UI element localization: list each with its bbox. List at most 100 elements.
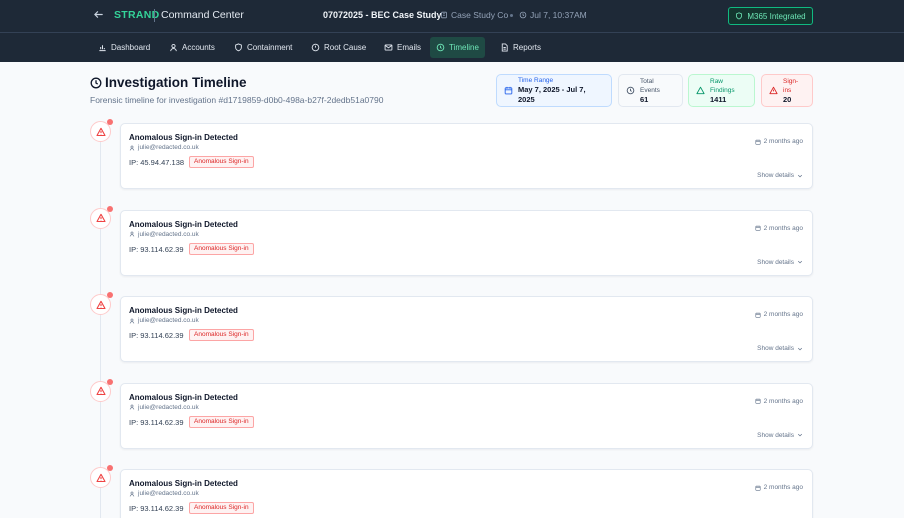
timeline-event-card[interactable]: Anomalous Sign-in Detected julie@redacted… bbox=[120, 209, 813, 276]
calendar-icon bbox=[755, 139, 761, 145]
show-details-button[interactable]: Show details bbox=[757, 172, 803, 179]
user-icon bbox=[129, 231, 135, 237]
chevron-down-icon bbox=[797, 260, 803, 264]
calendar-icon bbox=[504, 86, 513, 95]
calendar-icon bbox=[755, 398, 761, 404]
event-ip: IP: 93.114.62.39 bbox=[129, 417, 184, 427]
mail-icon bbox=[384, 44, 393, 51]
nav-reports[interactable]: Reports bbox=[494, 37, 547, 58]
event-ip: IP: 93.114.62.39 bbox=[129, 244, 184, 254]
m365-integrated-badge[interactable]: M365 Integrated bbox=[728, 7, 813, 25]
nav-containment[interactable]: Containment bbox=[228, 37, 298, 58]
back-arrow-icon[interactable] bbox=[93, 8, 107, 24]
event-type-badge: Anomalous Sign-in bbox=[189, 329, 254, 341]
timeline-status-dot bbox=[107, 119, 113, 125]
show-details-button[interactable]: Show details bbox=[757, 345, 803, 352]
user-icon bbox=[170, 43, 177, 52]
nav-accounts[interactable]: Accounts bbox=[163, 37, 221, 58]
nav-accounts-label: Accounts bbox=[182, 43, 215, 52]
stat-sign-ins-value: 20 bbox=[783, 94, 792, 104]
building-icon bbox=[441, 11, 447, 19]
warning-icon bbox=[95, 213, 106, 223]
event-user: julie@redacted.co.uk bbox=[129, 231, 199, 238]
event-user: julie@redacted.co.uk bbox=[129, 144, 199, 151]
stat-raw-findings-value: 1411 bbox=[710, 94, 727, 104]
stat-time-range[interactable]: Time Range May 7, 2025 - Jul 7, 2025 bbox=[496, 74, 612, 107]
event-ip: IP: 45.94.47.138 bbox=[129, 158, 185, 167]
nav-timeline[interactable]: Timeline bbox=[430, 37, 485, 58]
event-user-email: julie@redacted.co.uk bbox=[138, 317, 199, 324]
case-time-label: Jul 7, 10:37AM bbox=[530, 10, 587, 20]
calendar-icon bbox=[755, 485, 761, 491]
nav-dashboard[interactable]: Dashboard bbox=[92, 37, 156, 58]
event-user: julie@redacted.co.uk bbox=[129, 490, 199, 497]
show-details-label: Show details bbox=[757, 172, 794, 179]
event-ip: IP: 93.114.62.39 bbox=[129, 504, 184, 513]
show-details-label: Show details bbox=[757, 345, 794, 352]
timeline-event-card[interactable]: Anomalous Sign-in Detected julie@redacted… bbox=[120, 382, 813, 449]
case-time: Jul 7, 10:37AM bbox=[519, 10, 587, 20]
case-org-label: Case Study Co bbox=[451, 10, 509, 20]
nav-emails[interactable]: Emails bbox=[378, 37, 427, 58]
nav-root-cause-label: Root Cause bbox=[324, 43, 367, 52]
timeline-status-dot bbox=[107, 378, 113, 385]
nav-timeline-label: Timeline bbox=[449, 43, 479, 52]
stat-sign-ins-label: Sign-ins bbox=[783, 77, 799, 94]
event-type-badge: Anomalous Sign-in bbox=[189, 156, 254, 168]
warning-icon bbox=[769, 86, 778, 95]
stat-total-events-value: 61 bbox=[640, 94, 649, 104]
event-time: 2 months ago bbox=[755, 311, 803, 318]
stat-raw-findings: Raw Findings 1411 bbox=[688, 74, 755, 107]
event-title: Anomalous Sign-in Detected bbox=[129, 392, 238, 402]
stat-total-events: Total Events 61 bbox=[618, 74, 683, 107]
show-details-button[interactable]: Show details bbox=[757, 259, 803, 266]
event-title: Anomalous Sign-in Detected bbox=[129, 306, 238, 315]
nav-dashboard-label: Dashboard bbox=[111, 43, 151, 52]
warning-icon bbox=[95, 127, 106, 136]
event-time-label: 2 months ago bbox=[763, 311, 803, 318]
event-user: julie@redacted.co.uk bbox=[129, 317, 199, 324]
history-icon bbox=[436, 43, 445, 52]
calendar-icon bbox=[755, 312, 761, 318]
event-time-label: 2 months ago bbox=[763, 397, 803, 405]
timeline-status-dot bbox=[107, 292, 113, 298]
show-details-button[interactable]: Show details bbox=[757, 432, 803, 439]
brand-divider bbox=[154, 9, 155, 22]
stat-total-events-label: Total Events bbox=[640, 77, 660, 94]
event-time-label: 2 months ago bbox=[763, 224, 803, 232]
brand-logo-text[interactable]: STRAND bbox=[114, 9, 160, 21]
warning-icon bbox=[696, 86, 705, 95]
event-user: julie@redacted.co.uk bbox=[129, 404, 199, 411]
event-time-label: 2 months ago bbox=[763, 484, 803, 491]
event-user-email: julie@redacted.co.uk bbox=[138, 230, 199, 238]
clock-icon bbox=[311, 43, 320, 52]
page-title: Investigation Timeline bbox=[105, 75, 247, 90]
event-time: 2 months ago bbox=[755, 398, 803, 405]
warning-icon bbox=[95, 473, 106, 482]
nav-bar: Dashboard Accounts Containment Root Caus… bbox=[0, 32, 904, 62]
separator-dot bbox=[510, 14, 513, 17]
event-title: Anomalous Sign-in Detected bbox=[129, 219, 238, 229]
show-details-label: Show details bbox=[757, 258, 794, 266]
timeline-status-dot bbox=[107, 465, 113, 471]
timeline-event-card[interactable]: Anomalous Sign-in Detected julie@redacted… bbox=[120, 296, 813, 362]
user-icon bbox=[129, 404, 135, 410]
nav-emails-label: Emails bbox=[397, 43, 422, 52]
event-time: 2 months ago bbox=[755, 484, 803, 491]
page-subtitle: Forensic timeline for investigation #d17… bbox=[90, 95, 384, 105]
user-icon bbox=[129, 491, 135, 496]
shield-icon bbox=[736, 12, 743, 20]
stat-raw-findings-label: Raw Findings bbox=[710, 77, 735, 94]
stat-time-range-label: Time Range bbox=[518, 77, 554, 84]
timeline-event-card[interactable]: Anomalous Sign-in Detected julie@redacted… bbox=[120, 123, 813, 189]
clock-icon bbox=[519, 11, 527, 19]
warning-icon bbox=[95, 386, 106, 396]
nav-root-cause[interactable]: Root Cause bbox=[305, 37, 372, 58]
timeline-event-card[interactable]: Anomalous Sign-in Detected julie@redacted… bbox=[120, 469, 813, 518]
stat-time-range-value: May 7, 2025 - Jul 7, 2025 bbox=[518, 85, 586, 104]
event-time: 2 months ago bbox=[755, 138, 803, 145]
show-details-label: Show details bbox=[757, 431, 794, 439]
event-title: Anomalous Sign-in Detected bbox=[129, 479, 238, 488]
stat-sign-ins: Sign-ins 20 bbox=[761, 74, 813, 107]
event-type-badge: Anomalous Sign-in bbox=[189, 415, 254, 428]
